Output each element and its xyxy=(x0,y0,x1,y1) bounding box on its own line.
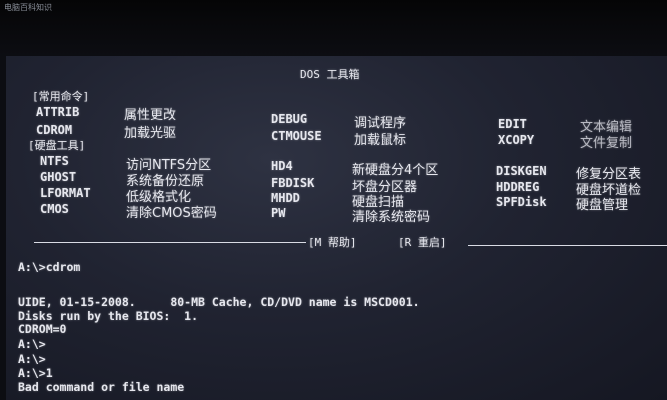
menu-item-pw[interactable]: PW xyxy=(271,206,285,220)
section-common-commands: [常用命令] xyxy=(32,90,90,103)
menu-item-cdrom-desc: 加载光驱 xyxy=(124,126,177,141)
terminal-line: A:\> xyxy=(18,337,46,351)
menu-item-hd4[interactable]: HD4 xyxy=(271,159,293,173)
menu-title: DOS 工具箱 xyxy=(300,68,360,81)
menu-item-xcopy[interactable]: XCOPY xyxy=(498,133,534,147)
menu-item-spfdisk-desc: 硬盘管理 xyxy=(576,198,629,213)
help-option[interactable]: [M 帮助] xyxy=(308,234,357,250)
terminal-line: CDROM=0 xyxy=(18,322,67,336)
menu-item-cmos[interactable]: CMOS xyxy=(40,202,69,216)
menu-item-cmos-desc: 清除CMOS密码 xyxy=(126,206,217,221)
section-disk-tools: [硬盘工具] xyxy=(28,139,86,152)
menu-item-xcopy-desc: 文件复制 xyxy=(580,136,633,151)
menu-item-hddreg[interactable]: HDDREG xyxy=(496,180,539,194)
menu-item-edit[interactable]: EDIT xyxy=(498,117,527,131)
terminal-line: A:\>1 xyxy=(18,366,53,380)
menu-item-attrib[interactable]: ATTRIB xyxy=(36,105,79,119)
menu-item-attrib-desc: 属性更改 xyxy=(124,108,177,123)
terminal-line: Disks run by the BIOS: 1. xyxy=(18,309,199,323)
menu-item-mhdd[interactable]: MHDD xyxy=(271,191,300,205)
menu-item-lformat[interactable]: LFORMAT xyxy=(40,186,91,200)
menu-item-cdrom[interactable]: CDROM xyxy=(36,123,72,137)
terminal-line: UIDE, 01-15-2008. 80-MB Cache, CD/DVD na… xyxy=(18,295,420,309)
terminal-line: Bad command or file name xyxy=(18,380,185,394)
terminal-line: A:\> xyxy=(18,352,46,366)
menu-item-diskgen[interactable]: DISKGEN xyxy=(496,164,547,178)
menu-item-pw-desc: 清除系统密码 xyxy=(352,210,431,225)
menu-item-spfdisk[interactable]: SPFDisk xyxy=(496,195,547,209)
watermark-text: 电脑百科知识 xyxy=(4,3,52,12)
terminal-line: A:\>cdrom xyxy=(18,260,81,274)
menu-item-fbdisk[interactable]: FBDISK xyxy=(271,176,314,190)
menu-item-debug[interactable]: DEBUG xyxy=(271,112,307,126)
menu-separator-left xyxy=(34,242,306,243)
menu-separator-right xyxy=(468,245,667,246)
menu-item-ctmouse[interactable]: CTMOUSE xyxy=(271,129,322,143)
dos-screen: DOS 工具箱 [常用命令] [硬盘工具] ATTRIB 属性更改 CDROM … xyxy=(6,56,667,400)
menu-item-ghost[interactable]: GHOST xyxy=(40,170,76,184)
restart-option[interactable]: [R 重启] xyxy=(398,234,447,250)
menu-item-ctmouse-desc: 加载鼠标 xyxy=(354,133,407,148)
menu-item-ntfs[interactable]: NTFS xyxy=(40,154,69,168)
